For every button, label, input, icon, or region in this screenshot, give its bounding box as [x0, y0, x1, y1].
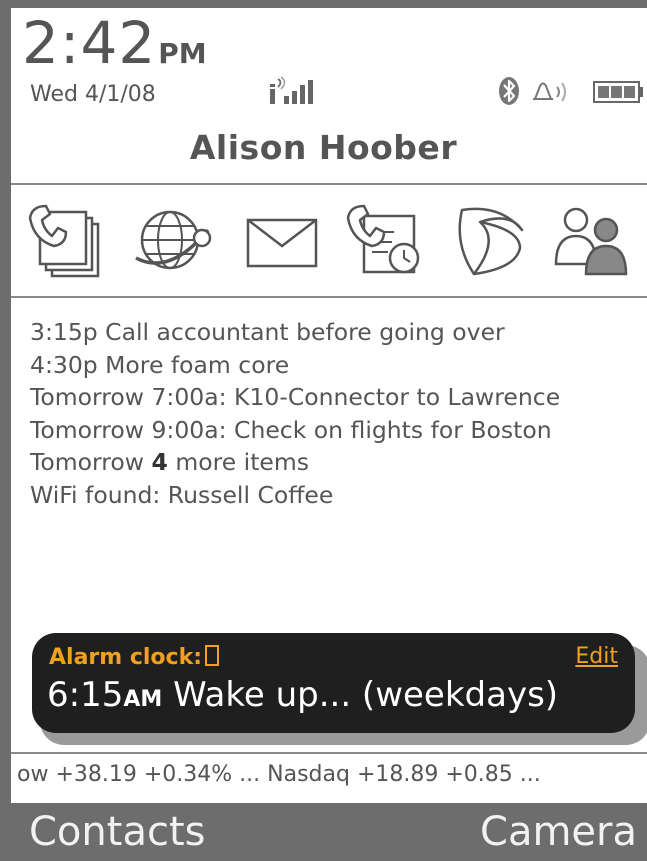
softkey-camera[interactable]: Camera — [480, 809, 637, 855]
alarm-description: Wake up... (weekdays) — [173, 675, 559, 715]
call-log-icon[interactable] — [342, 200, 426, 282]
phone-home-screen: 2:42PM Wed 4/1/08 Alison Hoober 3:15p Ca… — [0, 0, 647, 861]
owner-name: Alison Hoober — [189, 128, 458, 167]
agenda-item[interactable]: Tomorrow 7:00a: K10-Connector to Lawrenc… — [30, 381, 560, 414]
carrier-service-icon[interactable] — [450, 200, 534, 282]
alarm-banner[interactable]: Alarm clock: Edit 6:15AM Wake up... (wee… — [32, 633, 635, 733]
alarm-edit-link[interactable]: Edit — [575, 644, 618, 669]
alarm-bell-icon — [530, 77, 574, 109]
divider — [11, 752, 647, 754]
agenda-item[interactable]: Tomorrow 9:00a: Check on flights for Bos… — [30, 414, 560, 447]
alarm-clock-glyph-icon — [205, 645, 220, 666]
stock-ticker[interactable]: ow +38.19 +0.34% ... Nasdaq +18.89 +0.85… — [11, 762, 647, 798]
alarm-label: Alarm clock: — [49, 645, 220, 670]
date-label: Wed 4/1/08 — [30, 82, 156, 107]
device-frame-top — [0, 0, 647, 8]
battery-icon — [593, 80, 645, 108]
clock: 2:42PM — [22, 14, 207, 72]
signal-strength-icon — [268, 76, 324, 110]
alarm-text: 6:15AM Wake up... (weekdays) — [47, 675, 558, 715]
clock-ampm: PM — [158, 37, 207, 70]
bluetooth-icon — [497, 76, 521, 110]
alarm-ampm: AM — [123, 687, 163, 712]
agenda-more-items[interactable]: Tomorrow 4 more items — [30, 446, 560, 479]
web-browser-icon[interactable] — [130, 200, 214, 282]
agenda-item[interactable]: 4:30p More foam core — [30, 349, 560, 382]
alarm-time: 6:15 — [47, 675, 124, 715]
agenda-item[interactable]: 3:15p Call accountant before going over — [30, 316, 560, 349]
divider — [11, 296, 647, 298]
clock-time: 2:42 — [22, 9, 157, 77]
wifi-status[interactable]: WiFi found: Russell Coffee — [30, 479, 560, 512]
agenda-more-prefix: Tomorrow — [30, 448, 145, 476]
softkey-bar: Contacts Camera — [11, 803, 647, 861]
agenda-list: 3:15p Call accountant before going over … — [30, 316, 560, 511]
contacts-people-icon[interactable] — [550, 200, 634, 282]
agenda-more-count: 4 — [151, 448, 168, 476]
ticker-text: ow +38.19 +0.34% ... Nasdaq +18.89 +0.85… — [17, 762, 541, 787]
app-shortcut-row — [22, 200, 642, 282]
divider — [11, 183, 647, 185]
mail-icon[interactable] — [238, 200, 322, 282]
agenda-more-suffix: more items — [175, 448, 310, 476]
phone-contacts-icon[interactable] — [22, 200, 106, 282]
softkey-contacts[interactable]: Contacts — [29, 809, 205, 855]
